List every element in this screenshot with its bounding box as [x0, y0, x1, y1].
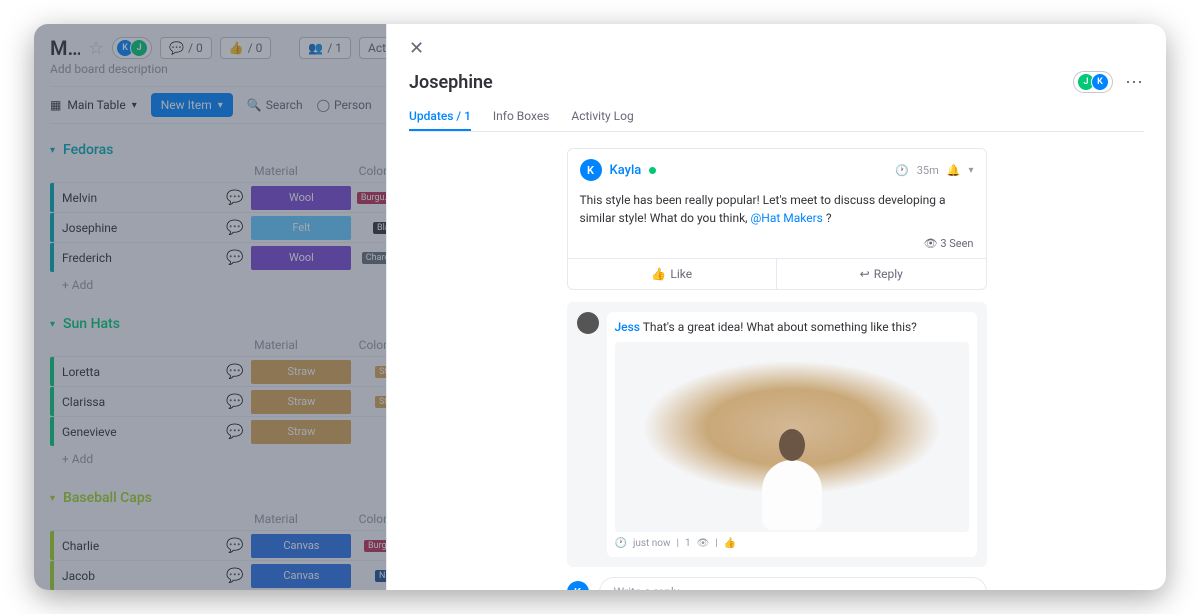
panel-more-icon[interactable]: ⋯ [1125, 72, 1144, 93]
update-time: 35m [917, 164, 939, 177]
reply-text: That's a great idea! What about somethin… [643, 320, 917, 334]
online-indicator-icon [649, 167, 656, 174]
reply-item: Jess That's a great idea! What about som… [567, 302, 987, 567]
reply-input[interactable]: Write a reply... [599, 577, 987, 590]
eye-icon: 👁 [924, 237, 938, 250]
reply-author[interactable]: Jess [615, 320, 640, 334]
panel-title[interactable]: Josephine [409, 72, 493, 93]
item-panel: ✕ Josephine JK ⋯ Updates / 1 Info Boxes … [386, 24, 1166, 590]
tab-info-boxes[interactable]: Info Boxes [493, 103, 549, 131]
update-body: This style has been really popular! Let'… [568, 191, 986, 237]
update-menu-icon[interactable]: ▾ [968, 165, 973, 176]
author-avatar[interactable]: K [580, 159, 602, 181]
reply-like-icon[interactable]: 👍 [724, 538, 736, 549]
bell-icon[interactable]: 🔔 [947, 164, 961, 177]
tab-updates[interactable]: Updates / 1 [409, 103, 471, 131]
reply-image[interactable] [615, 342, 969, 532]
reply-avatar[interactable] [577, 312, 599, 334]
reply-time: just now [633, 538, 671, 549]
like-button[interactable]: 👍 Like [568, 259, 777, 289]
eye-icon: 👁 [697, 538, 710, 549]
current-user-avatar[interactable]: K [567, 581, 589, 590]
close-icon[interactable]: ✕ [409, 38, 429, 59]
reply-views: 1 [685, 538, 691, 549]
reply-button[interactable]: ↩ Reply [776, 259, 986, 289]
clock-icon: 🕐 [615, 538, 627, 549]
author-name[interactable]: Kayla [610, 163, 642, 178]
panel-members[interactable]: JK [1073, 71, 1113, 93]
seen-count[interactable]: 3 Seen [940, 237, 973, 250]
clock-icon: 🕐 [895, 164, 909, 177]
mention[interactable]: @Hat Makers [751, 211, 823, 225]
update-card: K Kayla 🕐 35m 🔔 ▾ This style has been re… [567, 148, 987, 290]
tab-activity-log[interactable]: Activity Log [571, 103, 633, 131]
